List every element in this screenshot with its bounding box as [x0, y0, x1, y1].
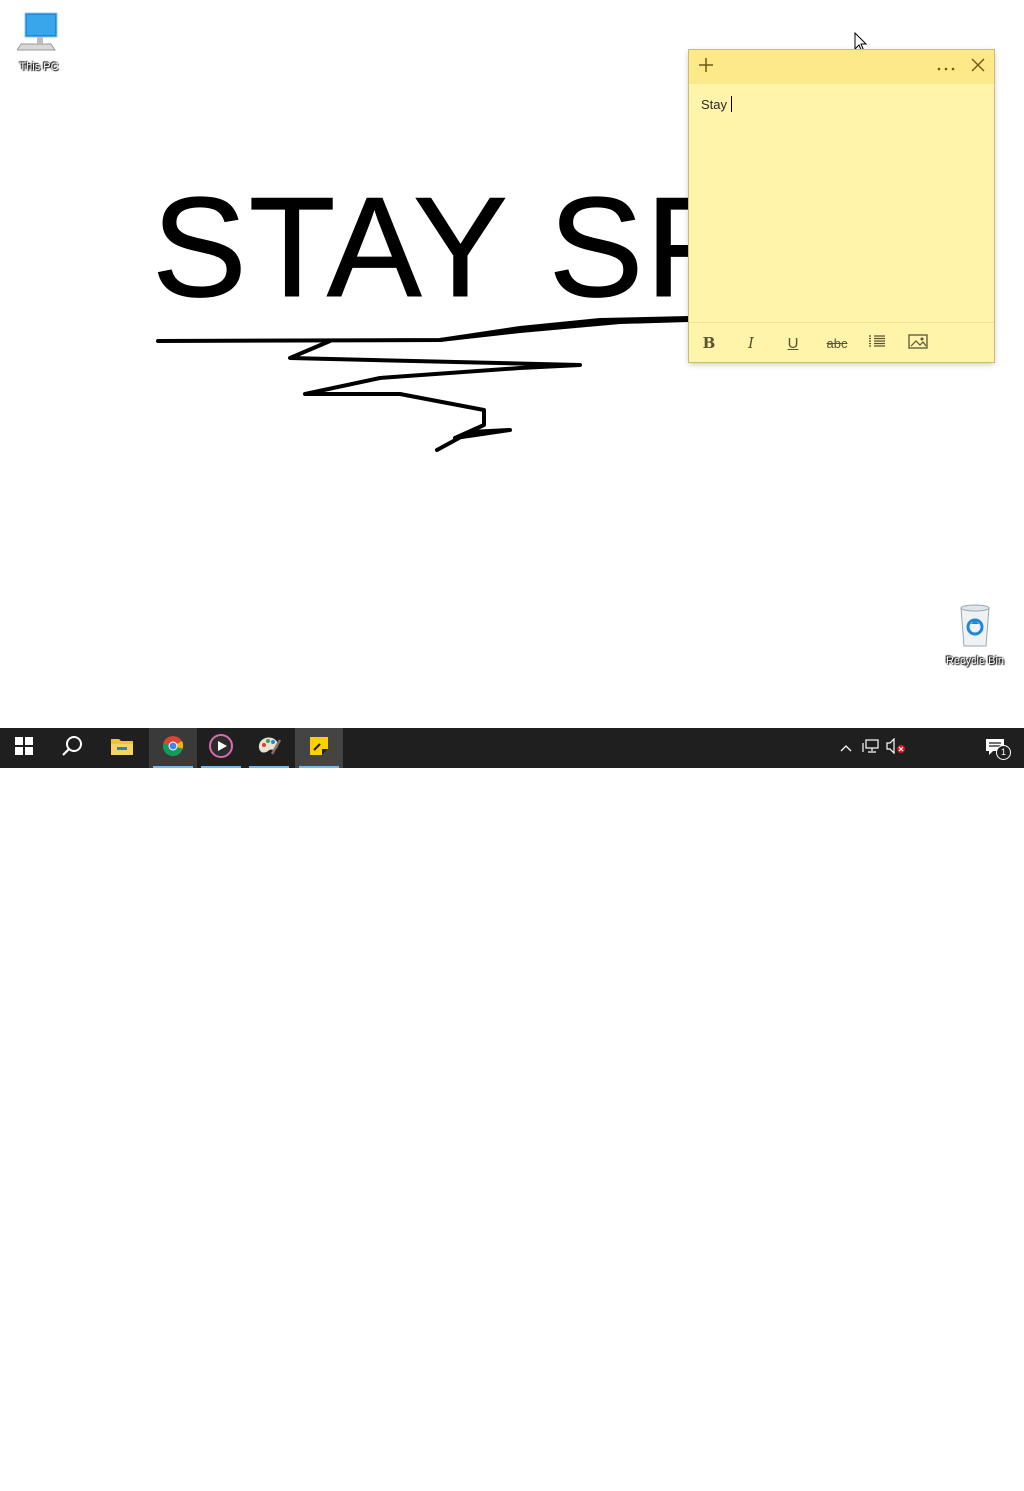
media-player-icon — [209, 733, 233, 763]
paint-icon — [256, 734, 282, 763]
clock-date[interactable]: 3/2/2024 — [904, 1477, 974, 1491]
recycle-bin-icon — [939, 602, 1011, 653]
notification-icon: 1 — [985, 738, 1011, 760]
chrome-button[interactable] — [149, 728, 197, 768]
volume-button[interactable] — [884, 728, 908, 768]
bullet-list-icon — [868, 334, 886, 352]
sticky-notes-icon — [309, 736, 329, 761]
note-format-toolbar: B I U abc — [689, 322, 994, 363]
underline-button[interactable]: U — [779, 331, 807, 355]
insert-image-button[interactable] — [904, 331, 932, 355]
sticky-notes-button[interactable] — [295, 728, 343, 768]
this-pc-icon — [3, 10, 75, 59]
media-player-button[interactable] — [197, 728, 245, 768]
plus-icon — [698, 57, 714, 78]
notifications-button[interactable]: 1 — [976, 728, 1016, 768]
image-icon — [908, 333, 928, 353]
chevron-up-icon — [840, 739, 852, 757]
underline-label: U — [787, 334, 799, 352]
clock-time[interactable]: 6:41 PM — [904, 1459, 974, 1473]
this-pc-label: This PC — [19, 61, 59, 73]
taskbar: 6:41 PM 3/2/2024 1 — [0, 728, 1024, 1491]
notification-count-badge: 1 — [996, 745, 1011, 760]
this-pc-desktop-icon[interactable]: This PC — [3, 10, 75, 73]
add-note-button[interactable] — [691, 52, 721, 82]
recycle-bin-label: Recycle Bin — [945, 655, 1005, 667]
italic-label: I — [748, 334, 754, 352]
chrome-icon — [162, 735, 184, 762]
strikethrough-label: abc — [826, 335, 848, 351]
bold-button[interactable]: B — [695, 331, 723, 355]
note-content: Stay — [701, 97, 728, 112]
start-button[interactable] — [0, 728, 48, 768]
search-icon — [61, 735, 83, 762]
search-button[interactable] — [48, 728, 96, 768]
scribble-lines — [156, 316, 691, 452]
sticky-note-header[interactable] — [689, 50, 994, 84]
file-explorer-button[interactable] — [98, 728, 146, 768]
note-menu-button[interactable] — [931, 52, 961, 82]
start-icon — [15, 736, 33, 760]
close-note-button[interactable] — [963, 52, 993, 82]
note-text-area[interactable]: Stay — [701, 96, 981, 112]
network-icon — [862, 738, 880, 759]
desktop: STAY SFW This PC Recycle Bin Stay B I U … — [0, 0, 1024, 728]
close-icon — [971, 58, 985, 77]
more-icon — [937, 58, 955, 76]
sticky-note-window[interactable]: Stay B I U abc — [689, 50, 994, 362]
strikethrough-button[interactable]: abc — [820, 331, 854, 355]
file-explorer-icon — [110, 736, 134, 761]
paint-button[interactable] — [245, 728, 293, 768]
text-caret — [731, 96, 733, 112]
volume-muted-icon — [886, 737, 906, 759]
bullet-list-button[interactable] — [863, 331, 891, 355]
network-button[interactable] — [859, 728, 883, 768]
show-hidden-icons-button[interactable] — [835, 728, 857, 768]
bold-label: B — [702, 334, 716, 352]
italic-button[interactable]: I — [737, 331, 765, 355]
recycle-bin-desktop-icon[interactable]: Recycle Bin — [939, 602, 1011, 667]
